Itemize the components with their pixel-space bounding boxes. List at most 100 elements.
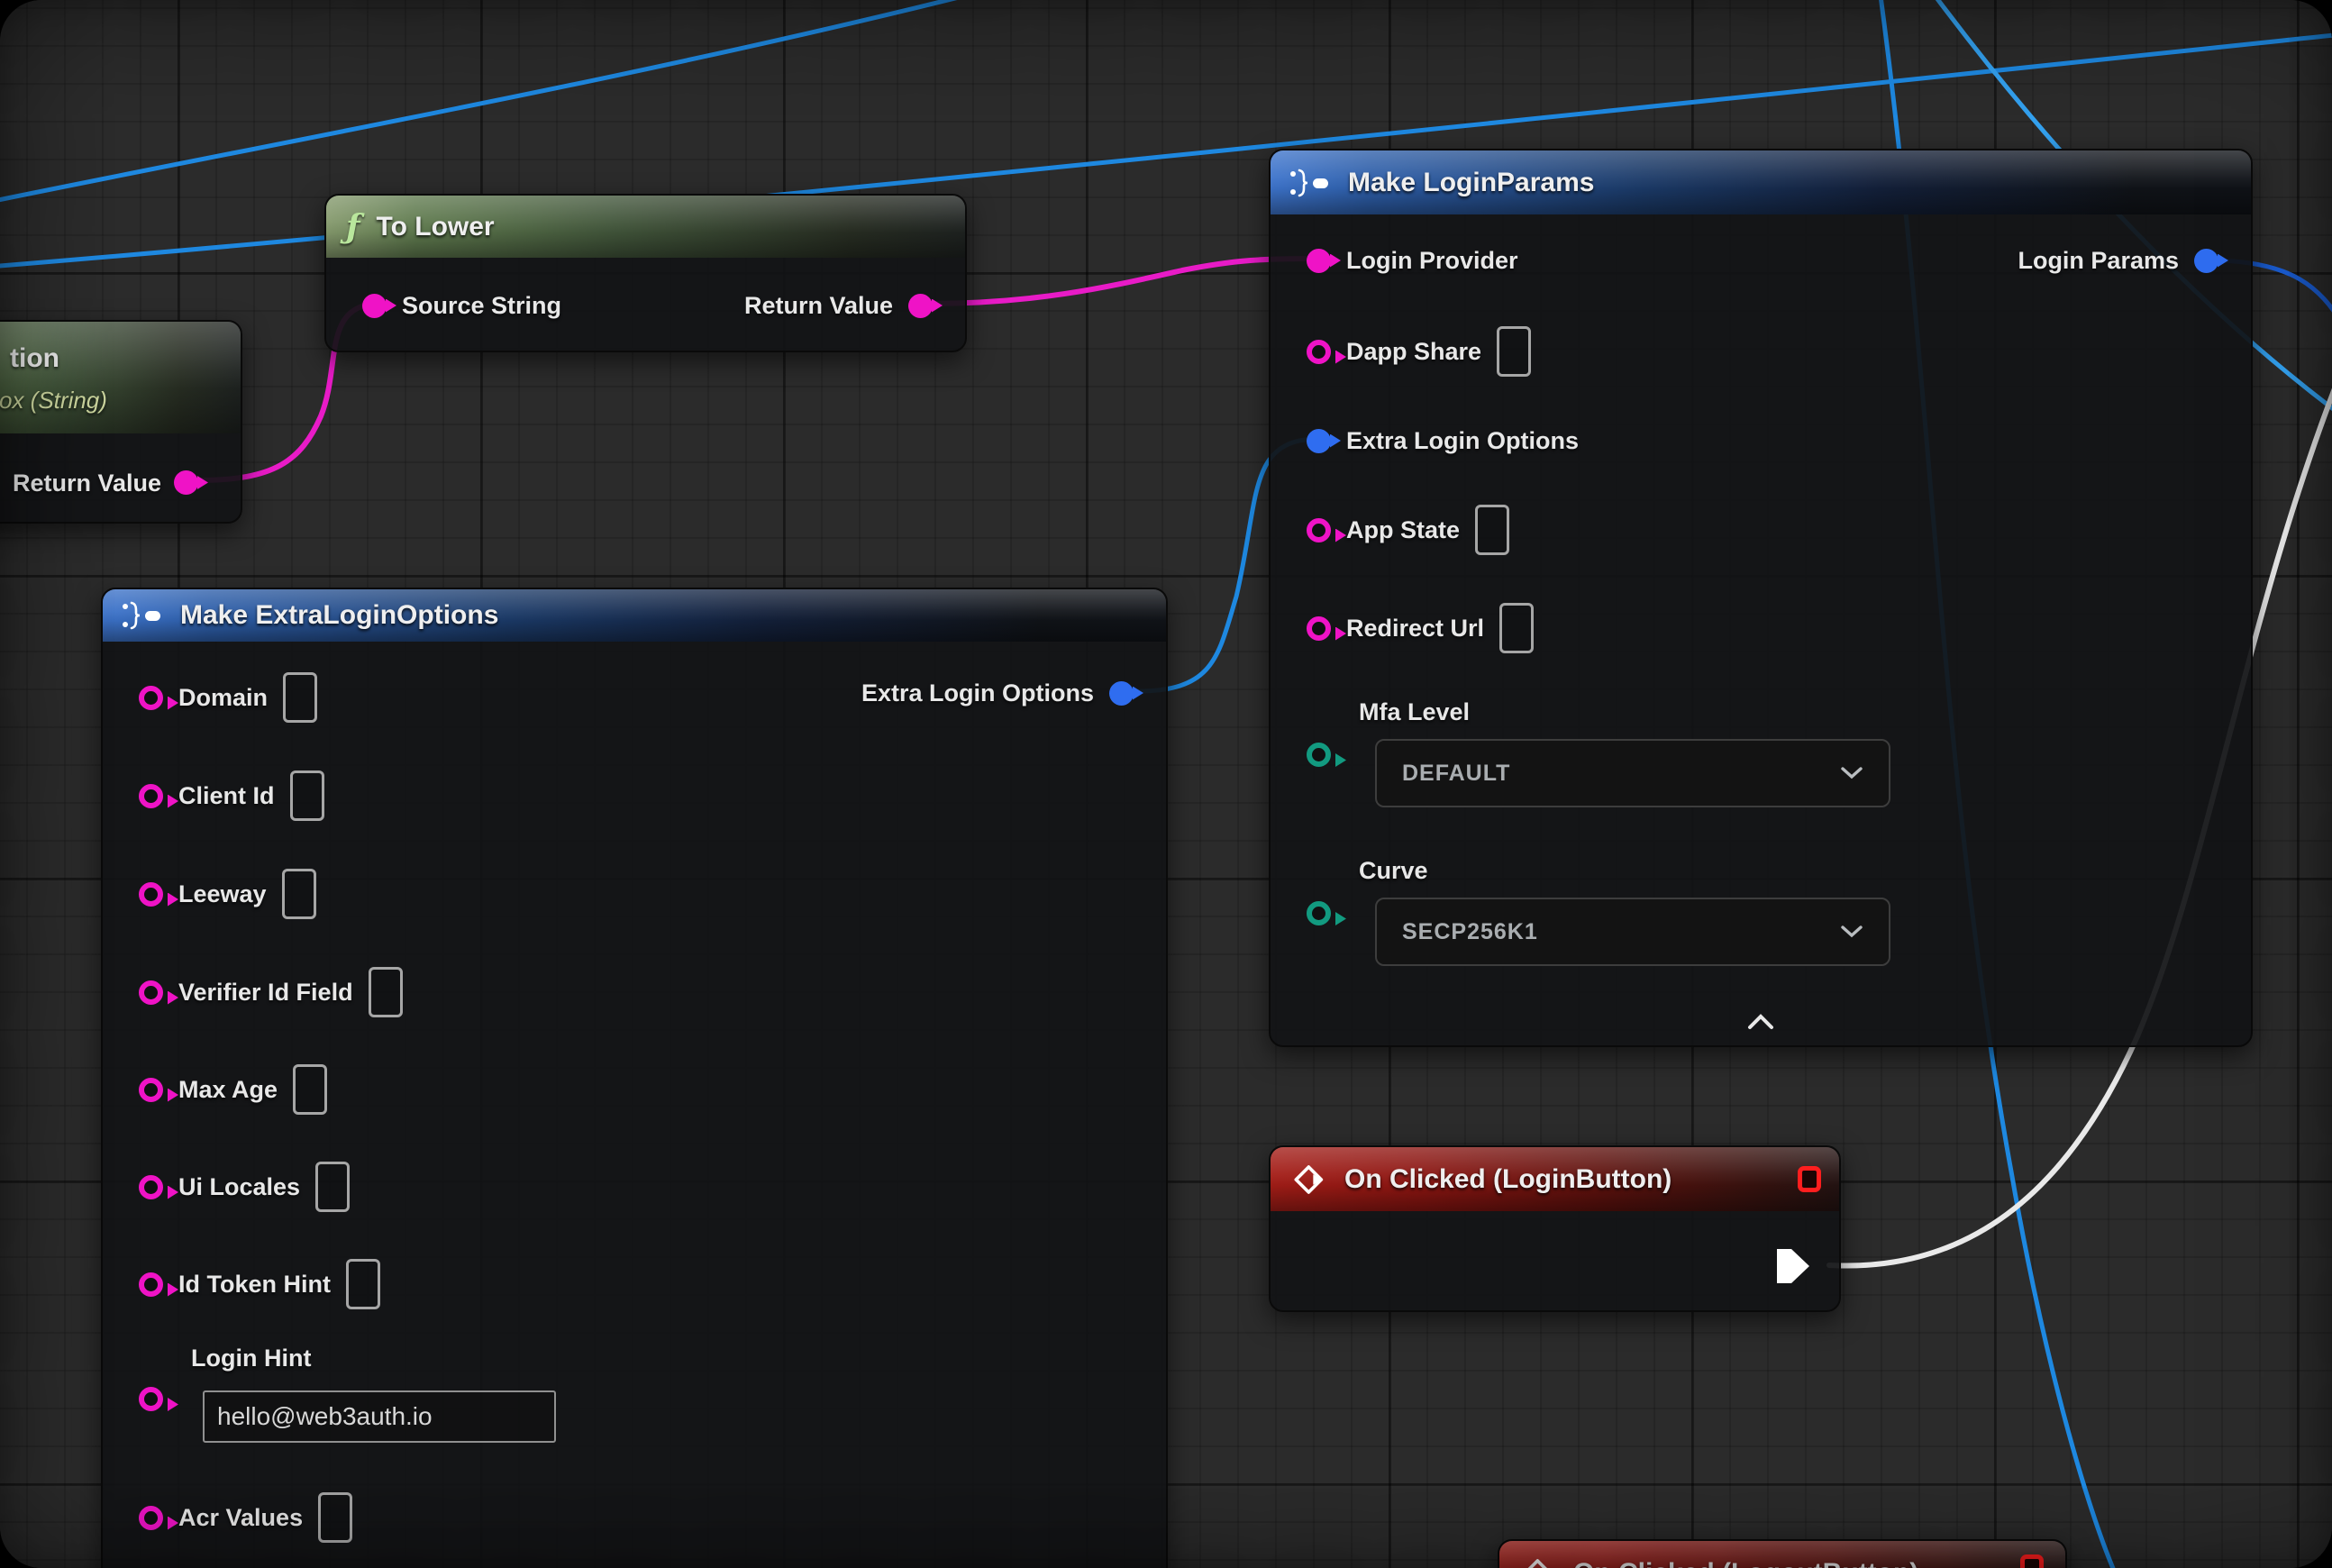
delegate-pin-logout[interactable]: [2020, 1554, 2044, 1568]
redirect-url-label: Redirect Url: [1346, 615, 1484, 643]
node-partial-function[interactable]: tion ox (String) Return Value: [0, 320, 242, 524]
pin-extra-login-options-out[interactable]: [1109, 681, 1134, 706]
row-domain: Domain: [139, 670, 317, 725]
domain-field[interactable]: [283, 672, 317, 723]
blueprint-graph-canvas[interactable]: tion ox (String) Return Value ƒ To Lower…: [0, 0, 2332, 1568]
mfa-level-label: Mfa Level: [1359, 698, 1470, 726]
pin-source-string[interactable]: [362, 294, 387, 318]
node-on-clicked-logout-header[interactable]: On Clicked (LogoutButton): [1499, 1541, 2065, 1568]
pin-app-state[interactable]: [1307, 518, 1331, 542]
row-acr-values: Acr Values: [139, 1491, 352, 1545]
node-on-clicked-login[interactable]: On Clicked (LoginButton): [1269, 1145, 1841, 1312]
node-partial-function-header[interactable]: [0, 322, 241, 433]
delegate-pin-login[interactable]: [1798, 1166, 1821, 1192]
pin-partial-return-value[interactable]: [174, 470, 198, 495]
return-value-label: Return Value: [744, 292, 893, 320]
row-ui-locales: Ui Locales: [139, 1160, 350, 1214]
pin-ui-locales[interactable]: [139, 1175, 163, 1199]
node-to-lower-header[interactable]: ƒ To Lower: [326, 196, 965, 258]
pin-max-age[interactable]: [139, 1078, 163, 1102]
mfa-level-dropdown[interactable]: DEFAULT: [1375, 739, 1890, 807]
pin-login-provider[interactable]: [1307, 249, 1331, 273]
node-make-extra-login-options-title: Make ExtraLoginOptions: [180, 600, 498, 631]
dapp-share-label: Dapp Share: [1346, 338, 1481, 366]
login-hint-input[interactable]: hello@web3auth.io: [203, 1390, 556, 1443]
mfa-level-value: DEFAULT: [1402, 761, 1510, 787]
pin-curve[interactable]: [1307, 901, 1331, 925]
node-to-lower-title: To Lower: [377, 212, 495, 242]
pin-dapp-share[interactable]: [1307, 340, 1331, 364]
login-provider-label: Login Provider: [1346, 247, 1518, 275]
wire-blue-diagonal-1[interactable]: [0, 0, 991, 202]
login-hint-value: hello@web3auth.io: [217, 1402, 433, 1431]
login-params-label: Login Params: [2018, 247, 2179, 275]
client-id-label: Client Id: [178, 782, 275, 810]
event-icon: [1292, 1162, 1328, 1198]
leeway-field[interactable]: [282, 869, 316, 919]
pin-id-token-hint[interactable]: [139, 1272, 163, 1297]
row-login-provider: Login Provider: [1307, 233, 1518, 287]
pin-redirect-url[interactable]: [1307, 616, 1331, 641]
row-source-string: Source String: [362, 278, 561, 333]
pin-mfa-level[interactable]: [1307, 743, 1331, 767]
pin-acr-values[interactable]: [139, 1506, 163, 1530]
row-extra-login-options-out: Extra Login Options: [861, 666, 1134, 720]
extra-login-options-out-label: Extra Login Options: [861, 679, 1094, 707]
id-token-hint-label: Id Token Hint: [178, 1271, 331, 1299]
row-return-value: Return Value: [744, 278, 933, 333]
extra-login-options-in-label: Extra Login Options: [1346, 427, 1579, 455]
pin-domain[interactable]: [139, 686, 163, 710]
node-make-extra-login-options[interactable]: Make ExtraLoginOptions Extra Login Optio…: [101, 588, 1168, 1568]
node-make-login-params[interactable]: Make LoginParams Login Provider Login Pa…: [1269, 149, 2253, 1047]
ui-locales-field[interactable]: [315, 1162, 350, 1212]
id-token-hint-field[interactable]: [346, 1259, 380, 1309]
node-make-extra-login-options-header[interactable]: Make ExtraLoginOptions: [103, 589, 1166, 642]
login-hint-label: Login Hint: [191, 1345, 311, 1372]
partial-node-title: tion: [10, 343, 59, 374]
source-string-label: Source String: [402, 292, 561, 320]
function-icon: ƒ: [346, 211, 360, 243]
chevron-down-icon: [1840, 766, 1863, 780]
make-struct-icon: [1289, 167, 1332, 199]
node-make-login-params-header[interactable]: Make LoginParams: [1271, 150, 2251, 214]
redirect-url-field[interactable]: [1499, 603, 1534, 653]
curve-value: SECP256K1: [1402, 919, 1538, 945]
node-to-lower[interactable]: ƒ To Lower Source String Return Value: [324, 194, 967, 352]
curve-label: Curve: [1359, 857, 1428, 885]
pin-return-value[interactable]: [908, 294, 933, 318]
row-leeway: Leeway: [139, 867, 316, 921]
verifier-id-field-field[interactable]: [369, 967, 403, 1017]
node-on-clicked-login-title: On Clicked (LoginButton): [1344, 1164, 1672, 1195]
row-dapp-share: Dapp Share: [1307, 324, 1531, 378]
app-state-field[interactable]: [1475, 505, 1509, 555]
make-struct-icon: [121, 599, 164, 632]
pin-client-id[interactable]: [139, 784, 163, 808]
exec-pin-out[interactable]: [1773, 1245, 1813, 1287]
node-on-clicked-logout[interactable]: On Clicked (LogoutButton): [1498, 1539, 2067, 1568]
max-age-label: Max Age: [178, 1076, 278, 1104]
client-id-field[interactable]: [290, 770, 324, 821]
verifier-id-field-label: Verifier Id Field: [178, 979, 353, 1007]
blueprint-editor: tion ox (String) Return Value ƒ To Lower…: [0, 0, 2332, 1568]
row-id-token-hint: Id Token Hint: [139, 1257, 380, 1311]
max-age-field[interactable]: [293, 1064, 327, 1115]
dapp-share-field[interactable]: [1497, 326, 1531, 377]
pin-verifier-id-field[interactable]: [139, 980, 163, 1005]
pin-extra-login-options-in[interactable]: [1307, 429, 1331, 453]
pin-login-params-out[interactable]: [2194, 249, 2218, 273]
wire-magenta-tolower-to-provider[interactable]: [926, 259, 1317, 304]
pin-login-hint[interactable]: [139, 1387, 163, 1411]
event-icon: [1521, 1555, 1557, 1568]
acr-values-field[interactable]: [318, 1492, 352, 1543]
row-max-age: Max Age: [139, 1062, 327, 1117]
acr-values-label: Acr Values: [178, 1504, 303, 1532]
row-app-state: App State: [1307, 503, 1509, 557]
row-client-id: Client Id: [139, 769, 324, 823]
row-extra-login-options-in: Extra Login Options: [1307, 414, 1579, 468]
row-redirect-url: Redirect Url: [1307, 601, 1534, 655]
pin-leeway[interactable]: [139, 882, 163, 907]
curve-dropdown[interactable]: SECP256K1: [1375, 898, 1890, 966]
collapse-node-button[interactable]: [1741, 1012, 1781, 1032]
node-on-clicked-login-header[interactable]: On Clicked (LoginButton): [1271, 1147, 1839, 1211]
domain-label: Domain: [178, 684, 268, 712]
